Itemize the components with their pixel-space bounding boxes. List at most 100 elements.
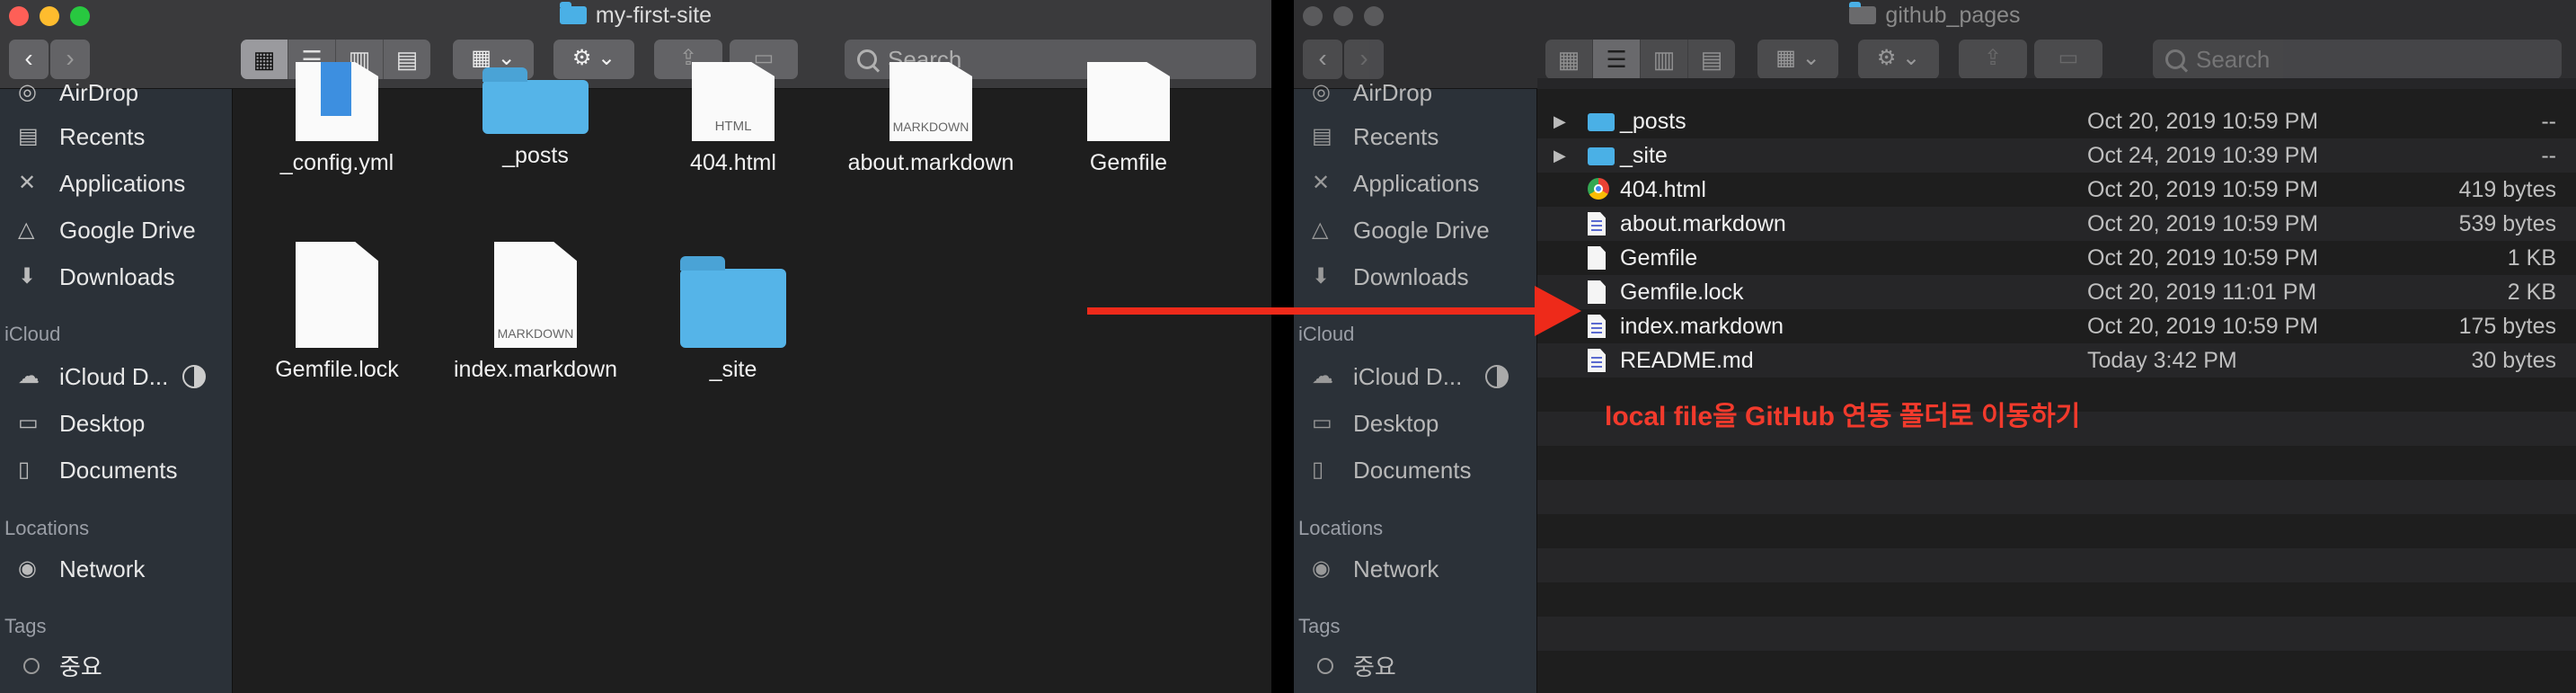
forward-button[interactable]: › [1344, 40, 1384, 79]
list-row-empty [1537, 617, 2576, 651]
document-icon [1588, 246, 1606, 270]
folder-item[interactable]: _site [643, 256, 823, 383]
folder-icon [1588, 147, 1615, 165]
section-header-icloud: iCloud [1298, 323, 1355, 345]
folder-icon [1588, 113, 1615, 131]
column-view-icon[interactable]: ▥ [1641, 40, 1688, 79]
markdown-file-icon: MARKDOWN [890, 62, 972, 141]
sidebar-item-desktop[interactable]: ▭ Desktop [0, 405, 232, 441]
back-button[interactable]: ‹ [9, 40, 49, 79]
icon-grid: _config.yml _posts HTML 404.html MARKDOW… [233, 62, 1271, 693]
sidebar-item-tag[interactable]: 중요 [0, 649, 232, 685]
sidebar-item-icloud-drive[interactable]: ☁ iCloud D... [1294, 359, 1526, 395]
list-row-empty [1537, 651, 2576, 685]
section-header-icloud: iCloud [4, 323, 61, 345]
sidebar-item-network[interactable]: ◉ Network [0, 551, 232, 587]
list-row[interactable]: Gemfile.lock Oct 20, 2019 11:01 PM 2 KB [1537, 275, 2576, 309]
search-field[interactable]: Search [2153, 40, 2562, 79]
document-icon [296, 242, 378, 348]
annotation-arrow-head [1535, 286, 1581, 336]
clock-icon: ▤ [1312, 124, 1332, 148]
network-icon: ◉ [1312, 556, 1331, 581]
list-view-icon[interactable]: ☰ [1593, 40, 1641, 79]
folder-icon [559, 2, 587, 24]
list-row[interactable]: Gemfile Oct 20, 2019 10:59 PM 1 KB [1537, 241, 2576, 275]
tag-icon[interactable]: ▭ [2034, 40, 2102, 79]
icloud-progress-icon [182, 365, 206, 388]
sidebar: ◎ AirDrop ▤ Recents ✕ Applications △ Google … [0, 79, 233, 693]
disclosure-triangle-icon[interactable]: ▶ [1554, 104, 1566, 138]
list-row[interactable]: ▶ _posts Oct 20, 2019 10:59 PM -- [1537, 104, 2576, 138]
clock-icon: ▤ [18, 124, 39, 148]
sidebar-item-recents[interactable]: ▤ Recents [0, 119, 232, 155]
section-header-locations: Locations [4, 517, 90, 539]
finder-window-right: github_pages ‹ › ▦ ☰ ▥ ▤ ▦ ⌄ ⚙ ⌄ ⇪ ▭ Search… [1294, 0, 2576, 693]
chrome-html-icon [1588, 178, 1609, 200]
network-icon: ◉ [18, 556, 37, 581]
share-icon[interactable]: ⇪ [1959, 40, 2027, 79]
markdown-file-icon [1588, 315, 1606, 338]
file-item[interactable]: MARKDOWN about.markdown [841, 62, 1021, 176]
group-by-button[interactable]: ▦ ⌄ [1757, 40, 1838, 79]
markdown-file-icon: MARKDOWN [494, 242, 577, 348]
tag-circle-icon [23, 658, 40, 674]
sidebar-item-airdrop[interactable]: ◎ AirDrop [1294, 75, 1526, 111]
list-row-empty [1537, 446, 2576, 480]
disclosure-triangle-icon[interactable]: ▶ [1554, 138, 1566, 173]
desktop-icon: ▭ [18, 411, 39, 435]
sidebar-item-desktop[interactable]: ▭ Desktop [1294, 405, 1526, 441]
file-item[interactable]: _config.yml [247, 62, 427, 176]
applications-icon: ✕ [1312, 171, 1331, 195]
sidebar-item-downloads[interactable]: ⬇ Downloads [1294, 259, 1526, 295]
cloud-icon: ☁ [18, 364, 40, 388]
sidebar-item-icloud-drive[interactable]: ☁ iCloud D... [0, 359, 232, 395]
sidebar-item-documents[interactable]: ▯ Documents [1294, 452, 1526, 488]
file-item[interactable]: Gemfile.lock [247, 242, 427, 383]
document-icon: ▯ [1312, 458, 1324, 482]
sidebar-item-network[interactable]: ◉ Network [1294, 551, 1526, 587]
sidebar-item-applications[interactable]: ✕ Applications [1294, 165, 1526, 201]
folder-icon [482, 67, 589, 134]
action-gear-icon[interactable]: ⚙ ⌄ [553, 40, 634, 79]
back-button[interactable]: ‹ [1303, 40, 1342, 79]
view-mode-control: ▦ ☰ ▥ ▤ [1545, 40, 1735, 79]
applications-icon: ✕ [18, 171, 37, 195]
list-row-empty [1537, 480, 2576, 514]
list-row[interactable]: README.md Today 3:42 PM 30 bytes [1537, 343, 2576, 378]
sidebar-item-documents[interactable]: ▯ Documents [0, 452, 232, 488]
sidebar-item-recents[interactable]: ▤ Recents [1294, 119, 1526, 155]
sidebar-item-google-drive[interactable]: △ Google Drive [1294, 212, 1526, 248]
yml-file-icon [296, 62, 378, 141]
search-icon [2165, 49, 2185, 69]
sidebar-item-airdrop[interactable]: ◎ AirDrop [0, 75, 232, 111]
sidebar: ◎ AirDrop ▤ Recents ✕ Applications △ Google … [1294, 79, 1537, 693]
sidebar-item-tag[interactable]: 중요 [1294, 649, 1526, 685]
google-drive-icon: △ [1312, 218, 1329, 242]
sidebar-item-downloads[interactable]: ⬇ Downloads [0, 259, 232, 295]
markdown-file-icon [1588, 212, 1606, 235]
list-row[interactable]: about.markdown Oct 20, 2019 10:59 PM 539 b… [1537, 207, 2576, 241]
list-row-empty [1537, 582, 2576, 617]
list-row[interactable]: 404.html Oct 20, 2019 10:59 PM 419 bytes [1537, 173, 2576, 207]
action-gear-icon[interactable]: ⚙ ⌄ [1858, 40, 1939, 79]
download-icon: ⬇ [1312, 264, 1331, 289]
list-row[interactable]: index.markdown Oct 20, 2019 10:59 PM 175 b… [1537, 309, 2576, 343]
markdown-file-icon [1588, 349, 1606, 372]
cloud-icon: ☁ [1312, 364, 1333, 388]
airdrop-icon: ◎ [18, 80, 37, 104]
list-row-empty [1537, 548, 2576, 582]
sidebar-item-applications[interactable]: ✕ Applications [0, 165, 232, 201]
icon-view-icon[interactable]: ▦ [1545, 40, 1593, 79]
list-row[interactable]: ▶ _site Oct 24, 2019 10:39 PM -- [1537, 138, 2576, 173]
toolbar: ‹ › ▦ ☰ ▥ ▤ ▦ ⌄ ⚙ ⌄ ⇪ ▭ Search [1303, 40, 2567, 79]
forward-button[interactable]: › [50, 40, 90, 79]
file-item[interactable]: HTML 404.html [643, 62, 823, 176]
gallery-view-icon[interactable]: ▤ [1688, 40, 1735, 79]
html-file-icon: HTML [692, 62, 775, 141]
airdrop-icon: ◎ [1312, 80, 1331, 104]
folder-item[interactable]: _posts [446, 67, 625, 169]
sidebar-item-google-drive[interactable]: △ Google Drive [0, 212, 232, 248]
file-item[interactable]: Gemfile [1039, 62, 1218, 176]
file-item[interactable]: MARKDOWN index.markdown [446, 242, 625, 383]
list-row-empty [1537, 514, 2576, 548]
